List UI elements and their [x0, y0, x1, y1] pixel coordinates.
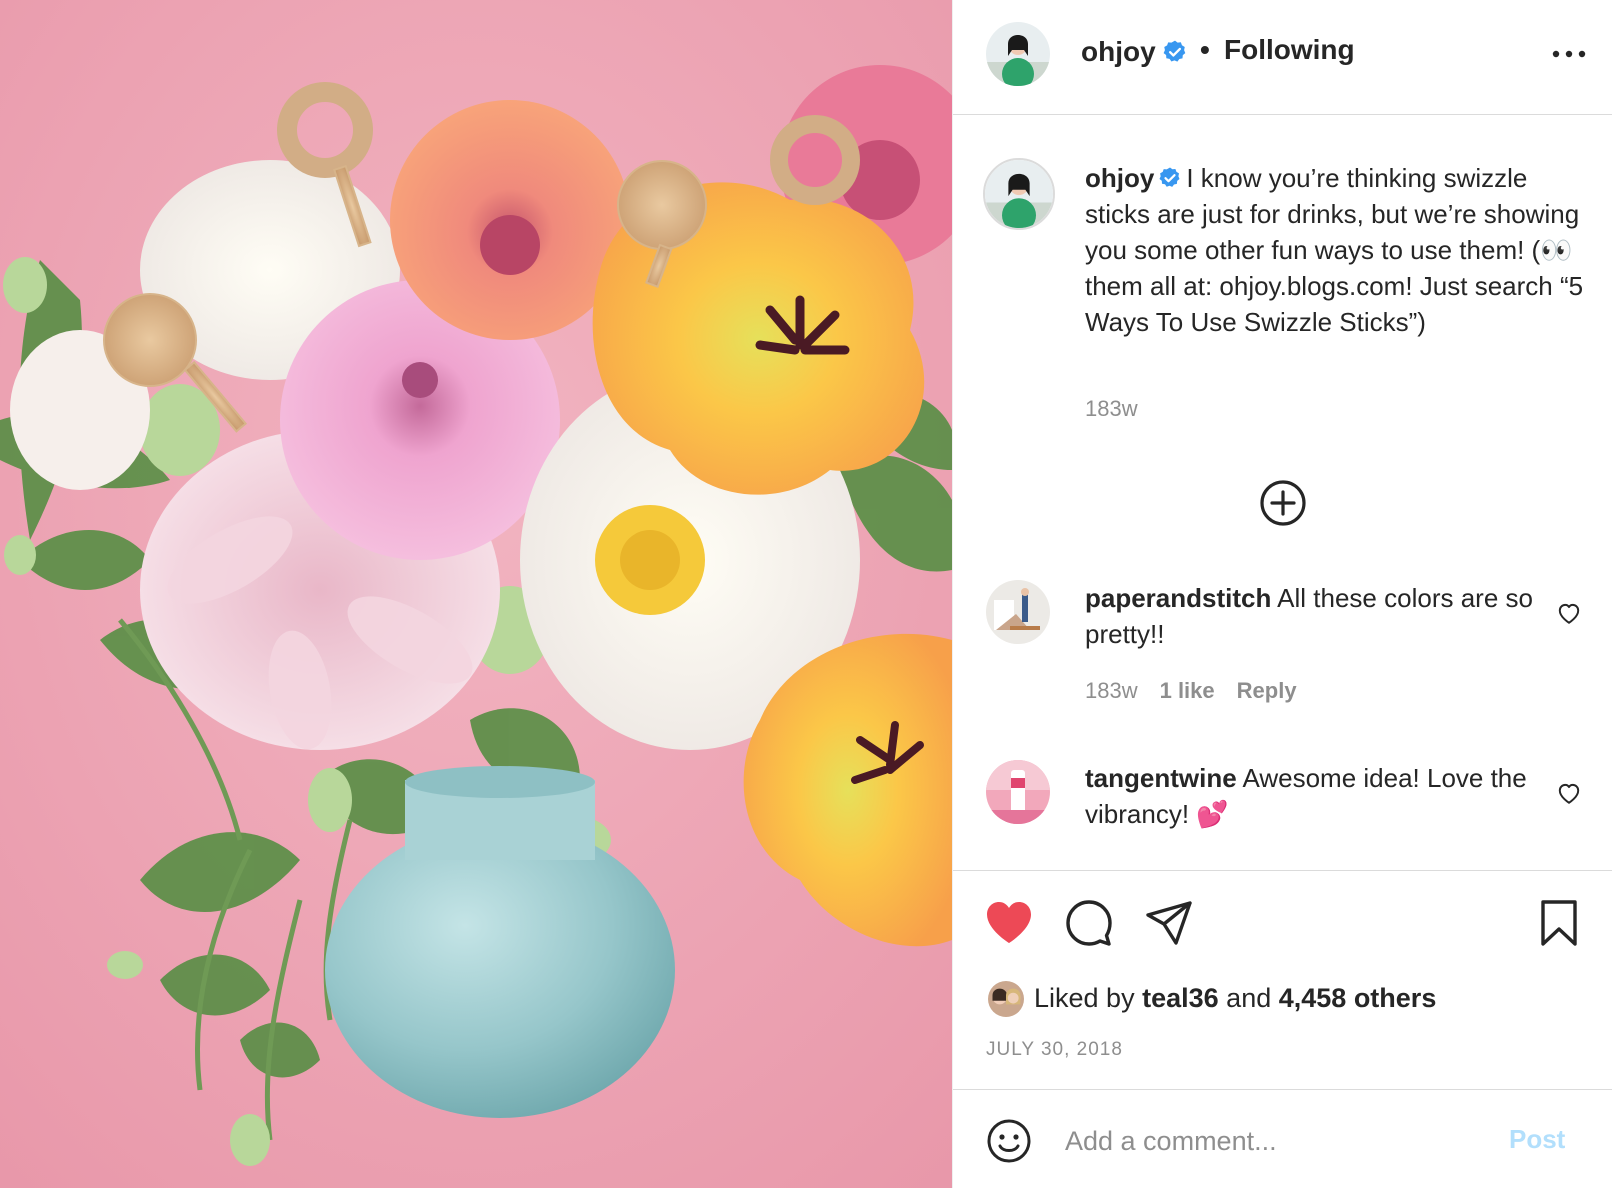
- commenter-avatar[interactable]: [986, 760, 1050, 824]
- flower-bouquet-illustration: [0, 0, 952, 1188]
- heart-outline-icon[interactable]: [1556, 780, 1582, 806]
- comment-text-block: tangentwine Awesome idea! Love the vibra…: [1085, 760, 1545, 832]
- caption-author-avatar[interactable]: [983, 158, 1055, 230]
- post-header: ohjoy • Following: [953, 0, 1612, 115]
- add-comment-bar: Post: [953, 1089, 1612, 1188]
- more-options-icon[interactable]: [1549, 40, 1589, 68]
- following-button[interactable]: Following: [1224, 34, 1355, 66]
- reply-button[interactable]: Reply: [1237, 678, 1297, 703]
- verified-badge-icon: [1162, 39, 1188, 65]
- likes-text[interactable]: Liked by teal36 and 4,458 others: [1034, 983, 1436, 1014]
- likes-others-count[interactable]: 4,458 others: [1279, 983, 1437, 1013]
- liker-username[interactable]: teal36: [1142, 983, 1219, 1013]
- bookmark-icon[interactable]: [1533, 897, 1585, 949]
- verified-badge-icon: [1158, 166, 1182, 190]
- post-caption: ohjoy I know you’re thinking swizzle stic…: [1085, 160, 1585, 340]
- liker-avatar: [986, 979, 1026, 1019]
- header-separator: •: [1200, 34, 1210, 65]
- caption-timestamp[interactable]: 183w: [1085, 396, 1138, 422]
- caption-username[interactable]: ohjoy: [1085, 163, 1154, 193]
- author-username-text[interactable]: ohjoy: [1081, 36, 1156, 67]
- post-actions: Liked by teal36 and 4,458 others JULY 30…: [953, 870, 1612, 1188]
- likes-prefix: Liked by: [1034, 983, 1135, 1013]
- comment-username[interactable]: tangentwine: [1085, 763, 1237, 793]
- post-date[interactable]: JULY 30, 2018: [986, 1039, 1123, 1061]
- heart-outline-icon[interactable]: [1556, 600, 1582, 626]
- post-comment-button[interactable]: Post: [1509, 1124, 1565, 1155]
- comment-like-count[interactable]: 1 like: [1160, 678, 1215, 703]
- add-comment-input[interactable]: [1065, 1120, 1485, 1162]
- share-icon[interactable]: [1143, 897, 1195, 949]
- comment-meta: 183w 1 like Reply: [1085, 678, 1319, 704]
- comment-icon[interactable]: [1063, 897, 1115, 949]
- author-avatar[interactable]: [986, 22, 1050, 86]
- comment-text-block: paperandstitch All these colors are so p…: [1085, 580, 1545, 652]
- commenter-avatar[interactable]: [986, 580, 1050, 644]
- post-image[interactable]: [0, 0, 952, 1188]
- load-more-comments-add-icon[interactable]: [1258, 478, 1308, 528]
- comment-username[interactable]: paperandstitch: [1085, 583, 1271, 613]
- heart-filled-icon[interactable]: [983, 897, 1035, 949]
- comment-timestamp[interactable]: 183w: [1085, 678, 1138, 703]
- comments-list[interactable]: ohjoy I know you’re thinking swizzle stic…: [953, 116, 1612, 870]
- emoji-icon[interactable]: [986, 1118, 1032, 1164]
- author-username[interactable]: ohjoy: [1081, 36, 1188, 68]
- likes-conjunction: and: [1226, 983, 1272, 1013]
- post-detail-panel: ohjoy • Following ohjoy I know you’re thi…: [952, 0, 1612, 1188]
